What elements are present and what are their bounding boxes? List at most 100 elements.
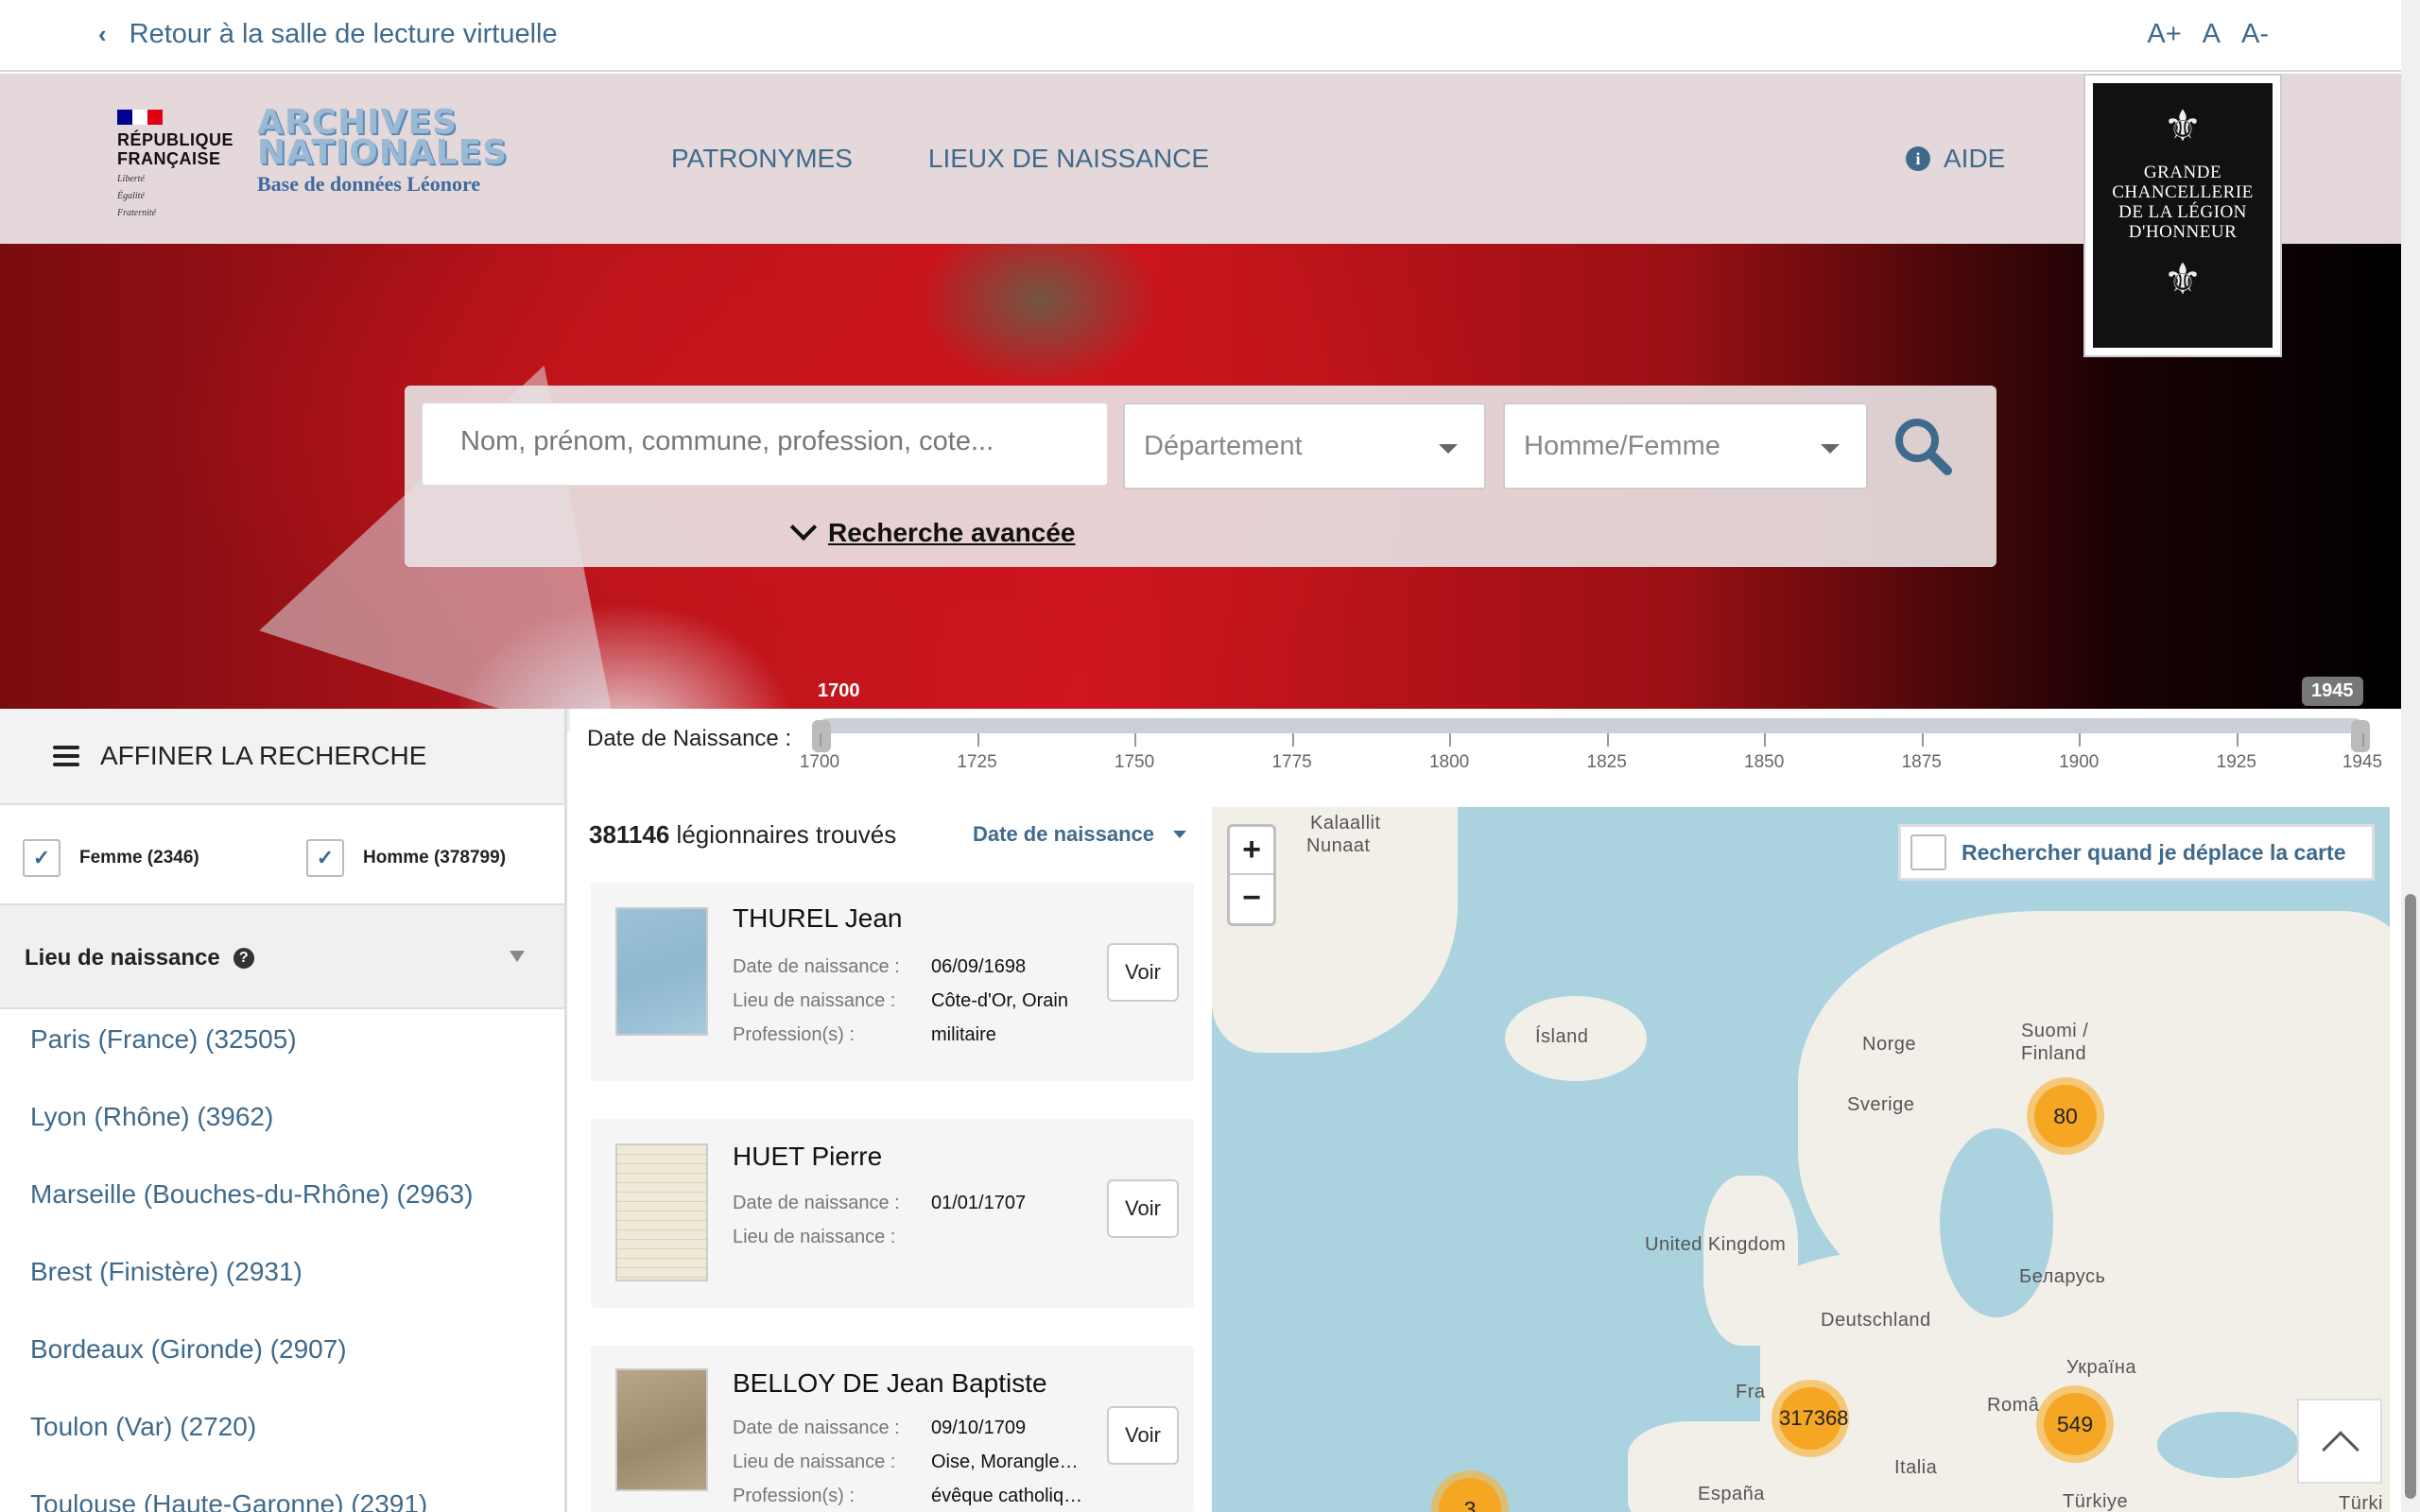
birth-date-value: 09/10/1709 — [931, 1418, 1027, 1438]
map-cluster[interactable]: 317368 — [1772, 1380, 1849, 1457]
zoom-out-button[interactable]: − — [1230, 875, 1273, 923]
birth-date-value: 06/09/1698 — [931, 956, 1027, 977]
slider-tick-label: 1700 — [799, 752, 840, 772]
chevron-down-icon — [789, 513, 818, 541]
gc-text-line: DE LA LÉGION — [2118, 202, 2247, 222]
nav-lieux-de-naissance[interactable]: LIEUX DE NAISSANCE — [928, 144, 1209, 174]
map-cluster[interactable]: 3 — [1431, 1470, 1509, 1512]
department-select[interactable]: Département — [1123, 403, 1486, 490]
republique-francaise-logo[interactable]: RÉPUBLIQUE FRANÇAISE Liberté Égalité Fra… — [117, 110, 233, 219]
checkbox-unchecked-icon — [1910, 834, 1946, 870]
map-cluster[interactable]: 80 — [2027, 1077, 2104, 1155]
birthplace-item[interactable]: Paris (France) (32505) — [0, 1009, 564, 1087]
birthplace-item[interactable]: Toulouse (Haute-Garonne) (2391) — [0, 1474, 564, 1512]
refine-sidebar: AFFINER LA RECHERCHE ✓ Femme (2346) ✓ Ho… — [0, 709, 567, 1512]
font-reset-button[interactable]: A — [2203, 19, 2221, 50]
question-mark-icon[interactable]: ? — [233, 948, 254, 969]
black-sea — [2157, 1412, 2299, 1478]
main-nav: PATRONYMES LIEUX DE NAISSANCE — [671, 144, 1209, 174]
birthplace-item[interactable]: Toulon (Var) (2720) — [0, 1397, 564, 1474]
rf-motto-line: Fraternité — [117, 208, 157, 218]
slider-tick-label: 1725 — [957, 752, 997, 772]
refine-header[interactable]: AFFINER LA RECHERCHE — [0, 709, 564, 805]
sex-select-value: Homme/Femme — [1524, 431, 1720, 461]
map-cluster-count: 3 — [1439, 1478, 1501, 1512]
grande-chancellerie-logo[interactable]: ⚜ GRANDE CHANCELLERIE DE LA LÉGION D'HON… — [2083, 74, 2282, 357]
help-label: AIDE — [1944, 144, 2006, 173]
birthplace-item[interactable]: Bordeaux (Gironde) (2907) — [0, 1319, 564, 1397]
top-bar: ‹ Retour à la salle de lecture virtuelle… — [0, 0, 2401, 72]
birth-date-slider[interactable]: 1700 1945 — [812, 677, 2370, 752]
sex-select[interactable]: Homme/Femme — [1503, 403, 1868, 490]
nav-patronymes[interactable]: PATRONYMES — [671, 144, 853, 174]
male-filter[interactable]: ✓ Homme (378799) — [306, 839, 506, 877]
map-place-label: Nunaat — [1306, 835, 1371, 856]
slider-max-handle[interactable]: 1945 — [2302, 677, 2370, 752]
zoom-in-button[interactable]: + — [1230, 827, 1273, 875]
page-scrollbar[interactable] — [2401, 0, 2420, 1512]
map-place-label: Sverige — [1847, 1094, 1915, 1115]
search-button[interactable] — [1891, 414, 1966, 480]
document-thumbnail[interactable] — [615, 1143, 708, 1281]
birthplace-item[interactable]: Lyon (Rhône) (3962) — [0, 1087, 564, 1164]
results-map[interactable]: Kalaallit Nunaat Ísland Norge Sverige Su… — [1212, 807, 2390, 1512]
search-on-move-toggle[interactable]: Rechercher quand je déplace la carte — [1898, 824, 2375, 881]
map-cluster-count: 80 — [2034, 1085, 2097, 1147]
slider-min-handle[interactable]: 1700 — [812, 680, 860, 752]
birthplace-facet-title: Lieu de naissance — [25, 945, 220, 971]
font-size-controls: A+ A A- — [2147, 19, 2269, 50]
chevron-left-icon: ‹ — [98, 20, 107, 48]
help-link[interactable]: i AIDE — [1906, 144, 2005, 174]
advanced-search-toggle[interactable]: Recherche avancée — [789, 513, 1076, 548]
europe-landmass — [1760, 1251, 2390, 1512]
result-card: BELLOY DE Jean Baptiste Date de naissanc… — [591, 1346, 1194, 1512]
result-card: HUET Pierre Date de naissance : 01/01/170… — [591, 1119, 1194, 1308]
font-decrease-button[interactable]: A- — [2241, 19, 2269, 50]
slider-tick-label: 1945 — [2342, 752, 2383, 772]
slider-tick-label: 1825 — [1586, 752, 1627, 772]
laurel-emblem-icon: ⚜ — [2163, 101, 2203, 150]
archives-nationales-logo[interactable]: ARCHIVES NATIONALES Base de données Léon… — [257, 106, 508, 197]
scrollbar-thumb[interactable] — [2405, 894, 2416, 1499]
search-input[interactable]: Nom, prénom, commune, profession, cote..… — [422, 403, 1108, 486]
birthplace-facet-header[interactable]: Lieu de naissance ? — [0, 905, 564, 1009]
birthplace-item[interactable]: Marseille (Bouches-du-Rhône) (2963) — [0, 1164, 564, 1242]
view-button[interactable]: Voir — [1107, 1179, 1179, 1238]
map-cluster-count: 549 — [2044, 1393, 2106, 1455]
document-thumbnail[interactable] — [615, 1368, 708, 1491]
map-place-label: Türki — [2339, 1493, 2383, 1512]
result-name[interactable]: BELLOY DE Jean Baptiste — [733, 1368, 1047, 1399]
back-link-label: Retour à la salle de lecture virtuelle — [129, 19, 558, 49]
result-name[interactable]: HUET Pierre — [733, 1142, 882, 1172]
sort-select[interactable]: Date de naissance — [973, 822, 1186, 847]
laurel-emblem-icon: ⚜ — [2163, 254, 2203, 303]
view-button[interactable]: Voir — [1107, 1406, 1179, 1465]
caret-down-icon — [1439, 444, 1458, 454]
gc-text-line: CHANCELLERIE — [2112, 182, 2254, 202]
map-place-label: Беларусь — [2019, 1266, 2106, 1287]
slider-tick — [977, 733, 979, 747]
female-filter[interactable]: ✓ Femme (2346) — [23, 839, 199, 877]
profession-label: Profession(s) : — [733, 1024, 855, 1045]
gc-text-line: D'HONNEUR — [2128, 222, 2238, 242]
map-cluster[interactable]: 549 — [2036, 1385, 2114, 1463]
document-thumbnail[interactable] — [615, 907, 708, 1036]
view-button[interactable]: Voir — [1107, 943, 1179, 1002]
birthplace-list: Paris (France) (32505) Lyon (Rhône) (396… — [0, 1009, 564, 1512]
caret-down-icon — [1821, 444, 1840, 454]
results-count-label: légionnaires trouvés — [669, 820, 897, 849]
map-place-label: España — [1698, 1484, 1765, 1504]
back-to-reading-room-link[interactable]: ‹ Retour à la salle de lecture virtuelle — [98, 19, 558, 50]
map-place-label: Finland — [2021, 1043, 2087, 1064]
female-filter-label: Femme (2346) — [79, 848, 199, 868]
slider-tick-label: 1750 — [1114, 752, 1155, 772]
birth-place-label: Lieu de naissance : — [733, 990, 896, 1011]
font-increase-button[interactable]: A+ — [2147, 19, 2181, 50]
caret-down-icon — [1172, 831, 1186, 838]
male-filter-label: Homme (378799) — [363, 848, 507, 868]
result-name[interactable]: THUREL Jean — [733, 903, 902, 934]
birthplace-item[interactable]: Brest (Finistère) (2931) — [0, 1242, 564, 1319]
birth-date-slider-label: Date de Naissance : — [587, 726, 792, 751]
scroll-to-top-button[interactable] — [2297, 1399, 2382, 1484]
map-place-label: Norge — [1862, 1034, 1916, 1055]
